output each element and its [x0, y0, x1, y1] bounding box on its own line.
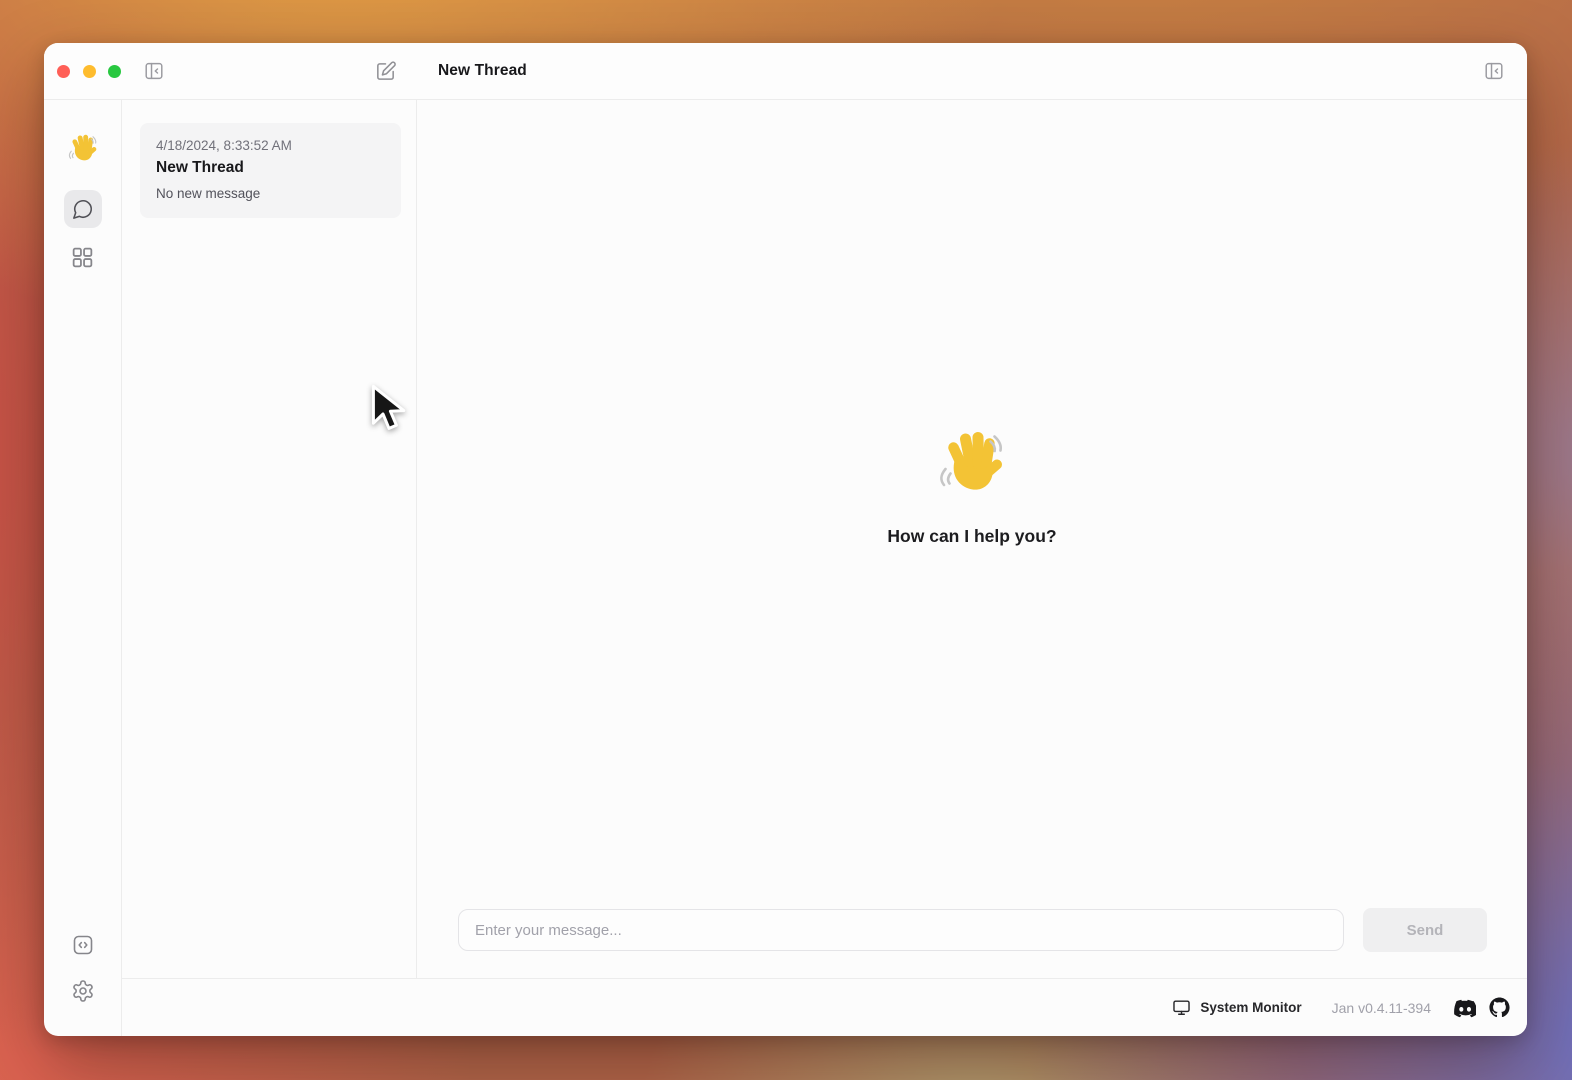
app-version-label: Jan v0.4.11-394 [1332, 1000, 1431, 1016]
rail-item-hub[interactable] [64, 238, 102, 276]
discord-icon [1453, 996, 1476, 1019]
thread-list-item[interactable]: 4/18/2024, 8:33:52 AM New Thread No new … [140, 123, 401, 218]
github-link[interactable] [1489, 997, 1510, 1018]
new-thread-pen-icon [374, 60, 397, 83]
left-icon-rail [44, 100, 122, 1036]
panel-collapse-icon [143, 60, 165, 82]
window-body: 4/18/2024, 8:33:52 AM New Thread No new … [44, 100, 1527, 1036]
discord-link[interactable] [1453, 996, 1476, 1019]
close-button[interactable] [57, 65, 70, 78]
thread-list-panel: 4/18/2024, 8:33:52 AM New Thread No new … [122, 100, 417, 978]
wave-hand-emoji [67, 133, 99, 165]
titlebar-main-section: New Thread [417, 43, 1527, 99]
grid-icon [70, 245, 95, 270]
github-icon [1489, 997, 1510, 1018]
system-monitor-toggle[interactable]: System Monitor [1172, 998, 1301, 1017]
thread-date: 4/18/2024, 8:33:52 AM [156, 138, 385, 153]
titlebar-sidebar-section [44, 43, 417, 99]
thread-title: New Thread [156, 159, 385, 177]
empty-state: How can I help you? [417, 100, 1527, 908]
wave-hand-emoji [936, 428, 1008, 500]
new-thread-button[interactable] [374, 60, 397, 83]
content-row: 4/18/2024, 8:33:52 AM New Thread No new … [122, 100, 1527, 978]
status-footer: System Monitor Jan v0.4.11-394 [122, 978, 1527, 1036]
greeting-text: How can I help you? [887, 526, 1056, 547]
message-input[interactable] [458, 909, 1344, 951]
rail-item-settings[interactable] [64, 972, 102, 1010]
zoom-button[interactable] [108, 65, 121, 78]
system-monitor-label: System Monitor [1200, 1000, 1301, 1015]
app-window: New Thread [44, 43, 1527, 1036]
titlebar: New Thread [44, 43, 1527, 100]
rail-item-local-api-server[interactable] [64, 926, 102, 964]
api-code-icon [71, 933, 95, 957]
sidebar-collapse-button[interactable] [143, 60, 165, 82]
content-area: 4/18/2024, 8:33:52 AM New Thread No new … [122, 100, 1527, 1036]
chat-bubble-icon [72, 198, 94, 220]
traffic-lights [57, 65, 121, 78]
rail-item-threads[interactable] [64, 190, 102, 228]
message-composer: Send [417, 908, 1527, 978]
monitor-icon [1172, 998, 1191, 1017]
right-panel-collapse-button[interactable] [1483, 60, 1505, 82]
page-title: New Thread [438, 62, 527, 80]
send-button[interactable]: Send [1363, 908, 1487, 952]
settings-gear-icon [71, 979, 95, 1003]
panel-right-collapse-icon [1483, 60, 1505, 82]
chat-main-area: How can I help you? Send [417, 100, 1527, 978]
minimize-button[interactable] [83, 65, 96, 78]
thread-last-message: No new message [156, 186, 385, 201]
